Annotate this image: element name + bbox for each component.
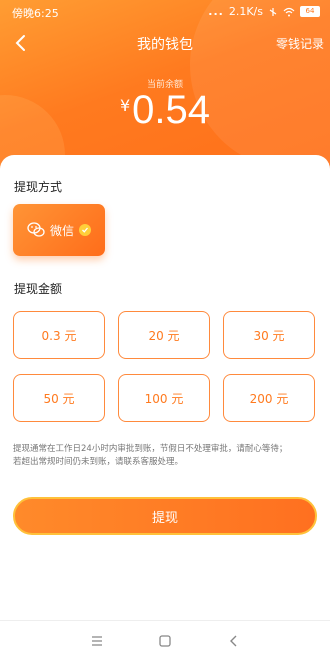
notification-dots: ... xyxy=(208,5,224,18)
amount-option[interactable]: 50 元 xyxy=(13,374,105,422)
nav-bar: 我的钱包 零钱记录 xyxy=(0,28,330,58)
amount-option[interactable]: 20 元 xyxy=(118,311,210,359)
amount-option[interactable]: 30 元 xyxy=(223,311,315,359)
menu-button[interactable] xyxy=(89,633,105,649)
withdraw-button[interactable]: 提现 xyxy=(13,497,317,535)
notice-line: 提现通常在工作日24小时内审批到账，节假日不处理审批，请耐心等待； xyxy=(13,444,288,454)
balance-amount: 0.54 xyxy=(132,88,211,132)
amount-option[interactable]: 200 元 xyxy=(223,374,315,422)
battery-icon: 64 xyxy=(300,6,320,17)
withdraw-notice: 提现通常在工作日24小时内审批到账，节假日不处理审批，请耐心等待； 若超出常规时… xyxy=(13,443,313,469)
currency-symbol: ¥ xyxy=(119,96,131,115)
silent-icon xyxy=(269,7,277,16)
check-icon xyxy=(79,224,91,236)
home-button[interactable] xyxy=(157,633,173,649)
balance-display: ¥0.54 xyxy=(0,88,330,133)
method-label: 微信 xyxy=(49,223,74,238)
amount-option[interactable]: 100 元 xyxy=(118,374,210,422)
notice-line: 若超出常规时间仍未到账，请联系客服处理。 xyxy=(13,457,184,467)
system-nav-bar xyxy=(0,620,330,661)
menu-icon xyxy=(92,636,102,646)
system-back-button[interactable] xyxy=(226,633,242,649)
status-bar: 傍晚6:25 ... 2.1K/s 64 xyxy=(0,0,330,24)
wechat-method-option[interactable]: 微信 xyxy=(13,204,105,256)
wechat-icon xyxy=(27,222,45,237)
status-time: 傍晚6:25 xyxy=(12,7,59,20)
wifi-icon xyxy=(283,7,295,16)
network-speed: 2.1K/s xyxy=(228,5,263,18)
withdraw-card: 提现方式 微信 提现金额 0.3 元 20 元 30 元 50 元 100 元 … xyxy=(0,155,330,660)
withdraw-amount-title: 提现金额 xyxy=(14,282,63,296)
amount-option[interactable]: 0.3 元 xyxy=(13,311,105,359)
triangle-back-icon xyxy=(230,635,237,647)
home-square-icon xyxy=(159,635,171,647)
change-records-link[interactable]: 零钱记录 xyxy=(276,35,324,52)
withdraw-method-title: 提现方式 xyxy=(14,180,63,194)
